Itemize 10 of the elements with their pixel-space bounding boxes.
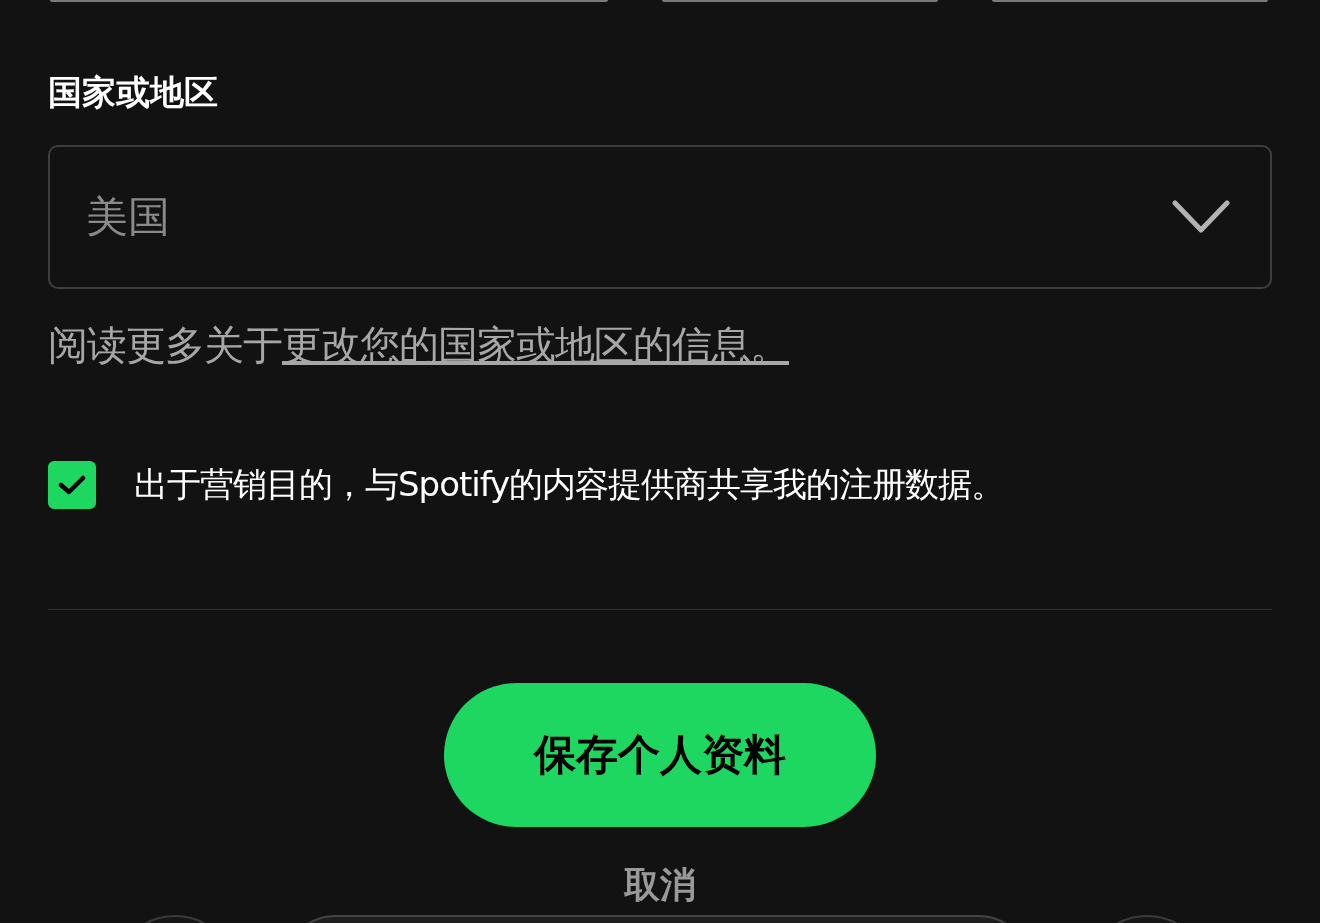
- info-text: 阅读更多关于更改您的国家或地区的信息。: [48, 321, 790, 370]
- checkmark-icon: [58, 474, 86, 496]
- checkbox-label: 出于营销目的，与Spotify的内容提供商共享我的注册数据。: [134, 463, 1005, 506]
- checkbox[interactable]: [48, 461, 96, 509]
- info-link[interactable]: 更改您的国家或地区的信息。: [282, 322, 789, 368]
- chevron-down-icon: [1172, 200, 1230, 234]
- country-dropdown[interactable]: 美国: [48, 145, 1272, 289]
- cancel-link[interactable]: 取消: [624, 865, 696, 905]
- save-profile-button[interactable]: 保存个人资料: [444, 683, 876, 827]
- field-label: 国家或地区: [48, 71, 219, 114]
